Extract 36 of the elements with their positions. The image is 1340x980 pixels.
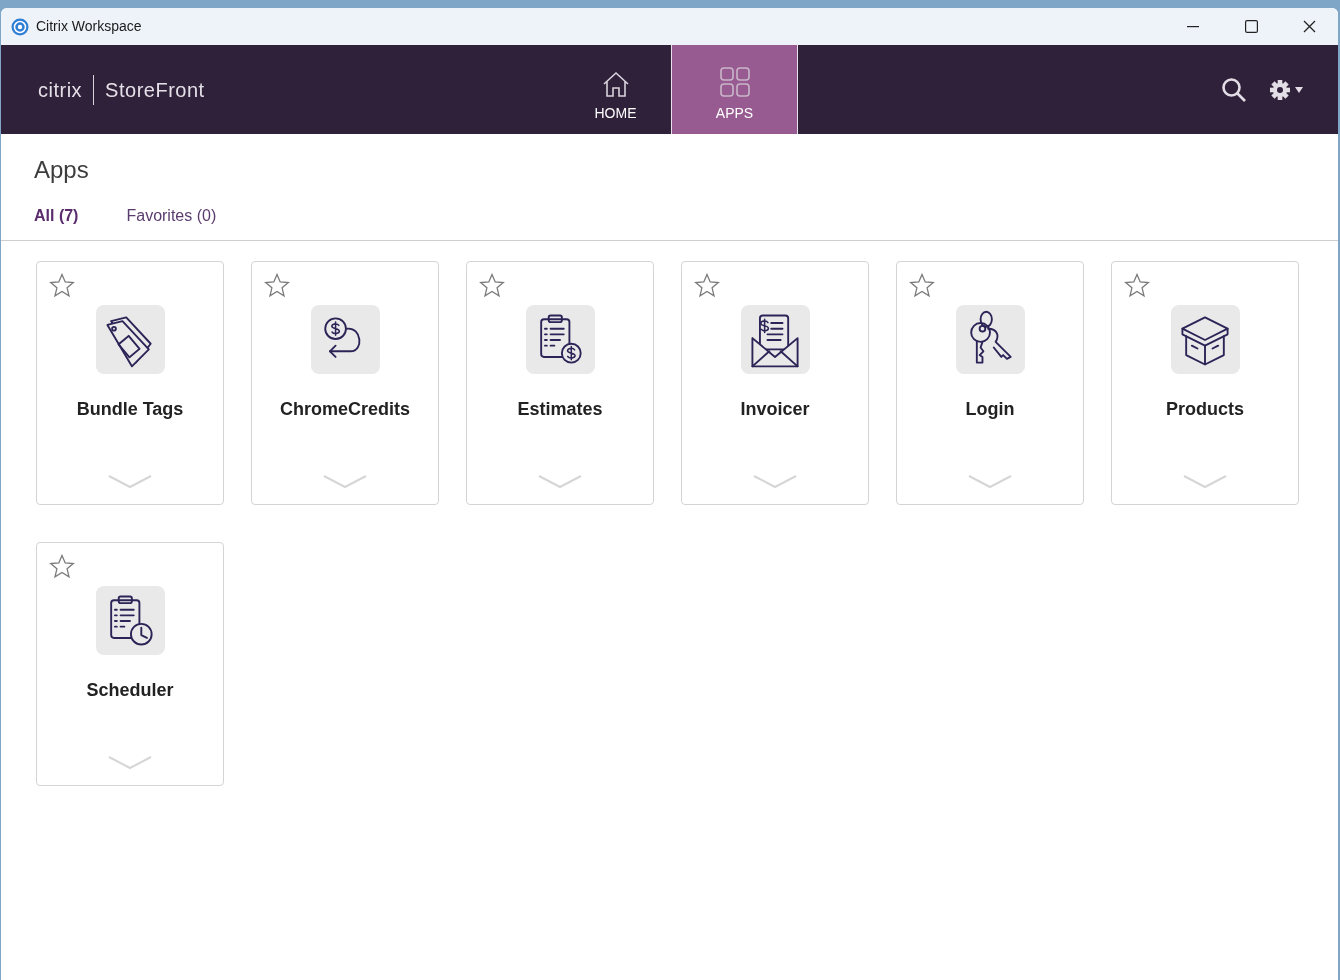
app-name: Login bbox=[965, 398, 1015, 421]
star-icon[interactable] bbox=[49, 273, 75, 298]
settings-icon[interactable] bbox=[1269, 78, 1305, 101]
star-icon[interactable] bbox=[909, 273, 935, 298]
close-icon bbox=[1302, 20, 1316, 33]
nav-tab[interactable]: APPS bbox=[672, 45, 798, 134]
app-card[interactable]: Bundle Tags bbox=[36, 261, 224, 505]
app-card[interactable]: Estimates bbox=[466, 261, 654, 505]
app-card[interactable]: ChromeCredits bbox=[251, 261, 439, 505]
app-card[interactable]: Products bbox=[1111, 261, 1299, 505]
app-name: Invoicer bbox=[740, 398, 810, 421]
app-name: Products bbox=[1166, 398, 1244, 421]
app-card[interactable]: Scheduler bbox=[36, 542, 224, 786]
product-name: StoreFront bbox=[105, 77, 205, 103]
filter-tab[interactable]: Favorites (0) bbox=[126, 204, 217, 230]
page-title: Apps bbox=[34, 155, 90, 185]
filter-tab[interactable]: All (7) bbox=[34, 204, 79, 230]
star-icon[interactable] bbox=[694, 273, 720, 298]
app-name: Estimates bbox=[517, 398, 603, 421]
window-title: Citrix Workspace bbox=[36, 17, 142, 36]
star-icon[interactable] bbox=[1124, 273, 1150, 298]
grid-icon bbox=[719, 67, 750, 97]
app-card[interactable]: Invoicer bbox=[681, 261, 869, 505]
maximize-icon bbox=[1244, 20, 1258, 33]
star-icon[interactable] bbox=[49, 554, 75, 579]
app-logo-icon bbox=[11, 17, 29, 36]
app-name: Scheduler bbox=[86, 679, 174, 702]
brand-logo: citrix bbox=[38, 77, 83, 103]
app-name: ChromeCredits bbox=[280, 398, 410, 421]
app-name: Bundle Tags bbox=[76, 398, 184, 421]
home-icon bbox=[601, 71, 630, 97]
star-icon[interactable] bbox=[264, 273, 290, 298]
app-card[interactable]: Login bbox=[896, 261, 1084, 505]
minimize-icon bbox=[1187, 25, 1199, 28]
star-icon[interactable] bbox=[479, 273, 505, 298]
search-icon[interactable] bbox=[1221, 76, 1247, 103]
